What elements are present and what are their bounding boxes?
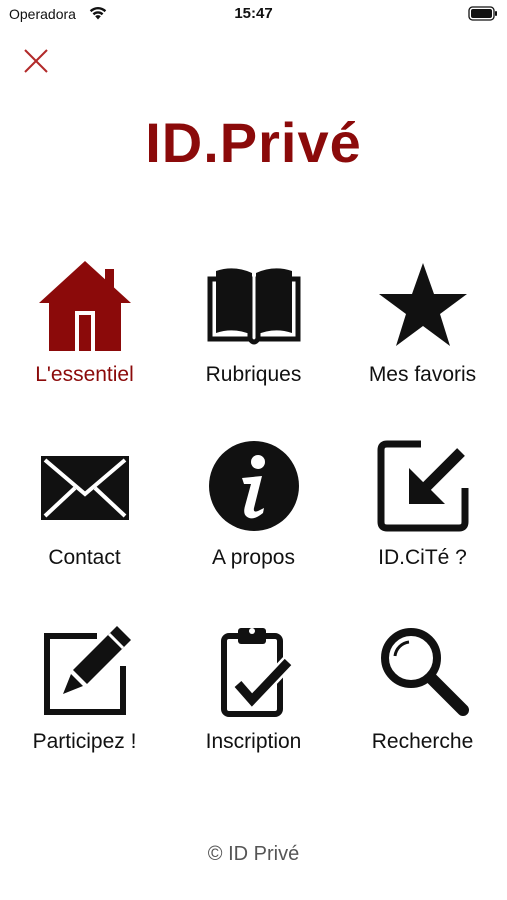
menu-item-participez[interactable]: Participez ! <box>0 622 169 772</box>
star-icon <box>378 263 467 346</box>
close-icon <box>24 49 48 73</box>
menu-item-label: A propos <box>212 546 295 569</box>
menu-item-label: Inscription <box>205 730 302 753</box>
arrow-in-box-icon <box>377 440 468 532</box>
envelope-icon <box>40 456 129 520</box>
menu-item-inscription[interactable]: Inscription <box>169 622 338 772</box>
house-icon <box>38 261 131 351</box>
edit-pencil-icon <box>43 626 131 715</box>
menu-item-label: Rubriques <box>205 363 302 386</box>
battery-icon <box>468 6 497 21</box>
open-book-icon <box>207 268 300 345</box>
status-bar: Operadora 15:47 <box>0 0 507 30</box>
menu-item-idcite[interactable]: ID.CiTé ? <box>338 438 507 588</box>
clipboard-check-icon <box>220 628 293 717</box>
menu-item-label: L'essentiel <box>35 363 134 386</box>
close-button[interactable] <box>20 45 52 77</box>
menu-item-contact[interactable]: Contact <box>0 438 169 588</box>
menu-item-apropos[interactable]: A propos <box>169 438 338 588</box>
copyright-footer: © ID Privé <box>207 843 300 865</box>
menu-item-favoris[interactable]: Mes favoris <box>338 255 507 405</box>
magnifier-icon <box>380 628 469 716</box>
menu-item-recherche[interactable]: Recherche <box>338 622 507 772</box>
menu-item-rubriques[interactable]: Rubriques <box>169 255 338 405</box>
menu-item-essentiel[interactable]: L'essentiel <box>0 255 169 405</box>
info-icon <box>208 441 299 531</box>
menu-item-label: Participez ! <box>32 730 137 753</box>
status-clock: 15:47 <box>234 5 273 22</box>
menu-item-label: Recherche <box>371 730 474 753</box>
app-title: ID.Privé <box>145 111 362 174</box>
menu-item-label: ID.CiTé ? <box>378 546 467 569</box>
menu-item-label: Contact <box>48 546 121 569</box>
menu-item-label: Mes favoris <box>368 363 477 386</box>
